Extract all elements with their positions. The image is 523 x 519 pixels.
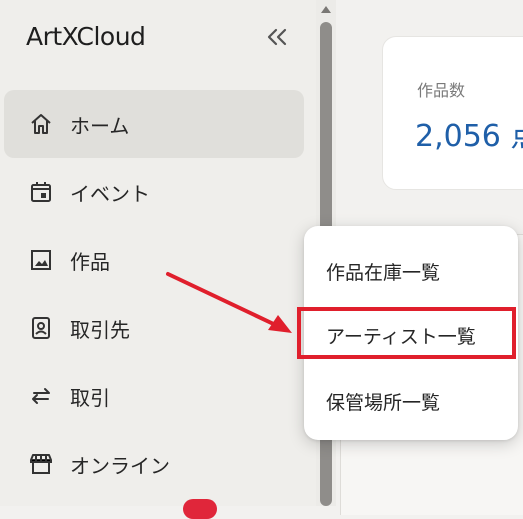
notification-badge: [183, 499, 217, 519]
swap-arrows-icon: [28, 383, 54, 409]
annotation-highlight-box: [297, 307, 516, 359]
submenu-item-artwork-inventory[interactable]: 作品在庫一覧: [326, 258, 440, 285]
scroll-up-arrow-icon[interactable]: [318, 0, 334, 13]
sidebar-item-label: オンライン: [70, 453, 170, 478]
collapse-sidebar-icon[interactable]: [264, 26, 290, 48]
sidebar-item-clients[interactable]: 取引先: [4, 294, 304, 362]
sidebar-item-label: 作品: [70, 249, 110, 274]
storefront-icon: [28, 451, 54, 477]
sidebar-item-label: イベント: [70, 181, 150, 206]
sidebar-item-label: ホーム: [70, 113, 130, 138]
stat-label: 作品数: [417, 81, 466, 100]
calendar-icon: [28, 179, 54, 205]
sidebar-item-events[interactable]: イベント: [4, 158, 304, 226]
sidebar-item-transactions[interactable]: 取引: [4, 362, 304, 430]
submenu-item-storage-locations[interactable]: 保管場所一覧: [326, 388, 440, 415]
artwork-count-card: 作品数 2,056 点: [382, 36, 523, 190]
image-icon: [28, 247, 54, 273]
sidebar: ArtXCloud ホーム イベント 作品 取引先 取引 オンライン: [0, 0, 316, 519]
stat-value: 2,056 点: [415, 119, 523, 154]
home-icon: [28, 111, 54, 137]
sidebar-item-label: 取引: [70, 385, 110, 410]
sidebar-item-online[interactable]: オンライン: [4, 430, 304, 498]
sidebar-item-label: 取引先: [70, 317, 130, 342]
app-logo[interactable]: ArtXCloud: [26, 22, 146, 51]
sidebar-item-home[interactable]: ホーム: [4, 90, 304, 158]
sidebar-item-artworks[interactable]: 作品: [4, 226, 304, 294]
contact-card-icon: [28, 315, 54, 341]
